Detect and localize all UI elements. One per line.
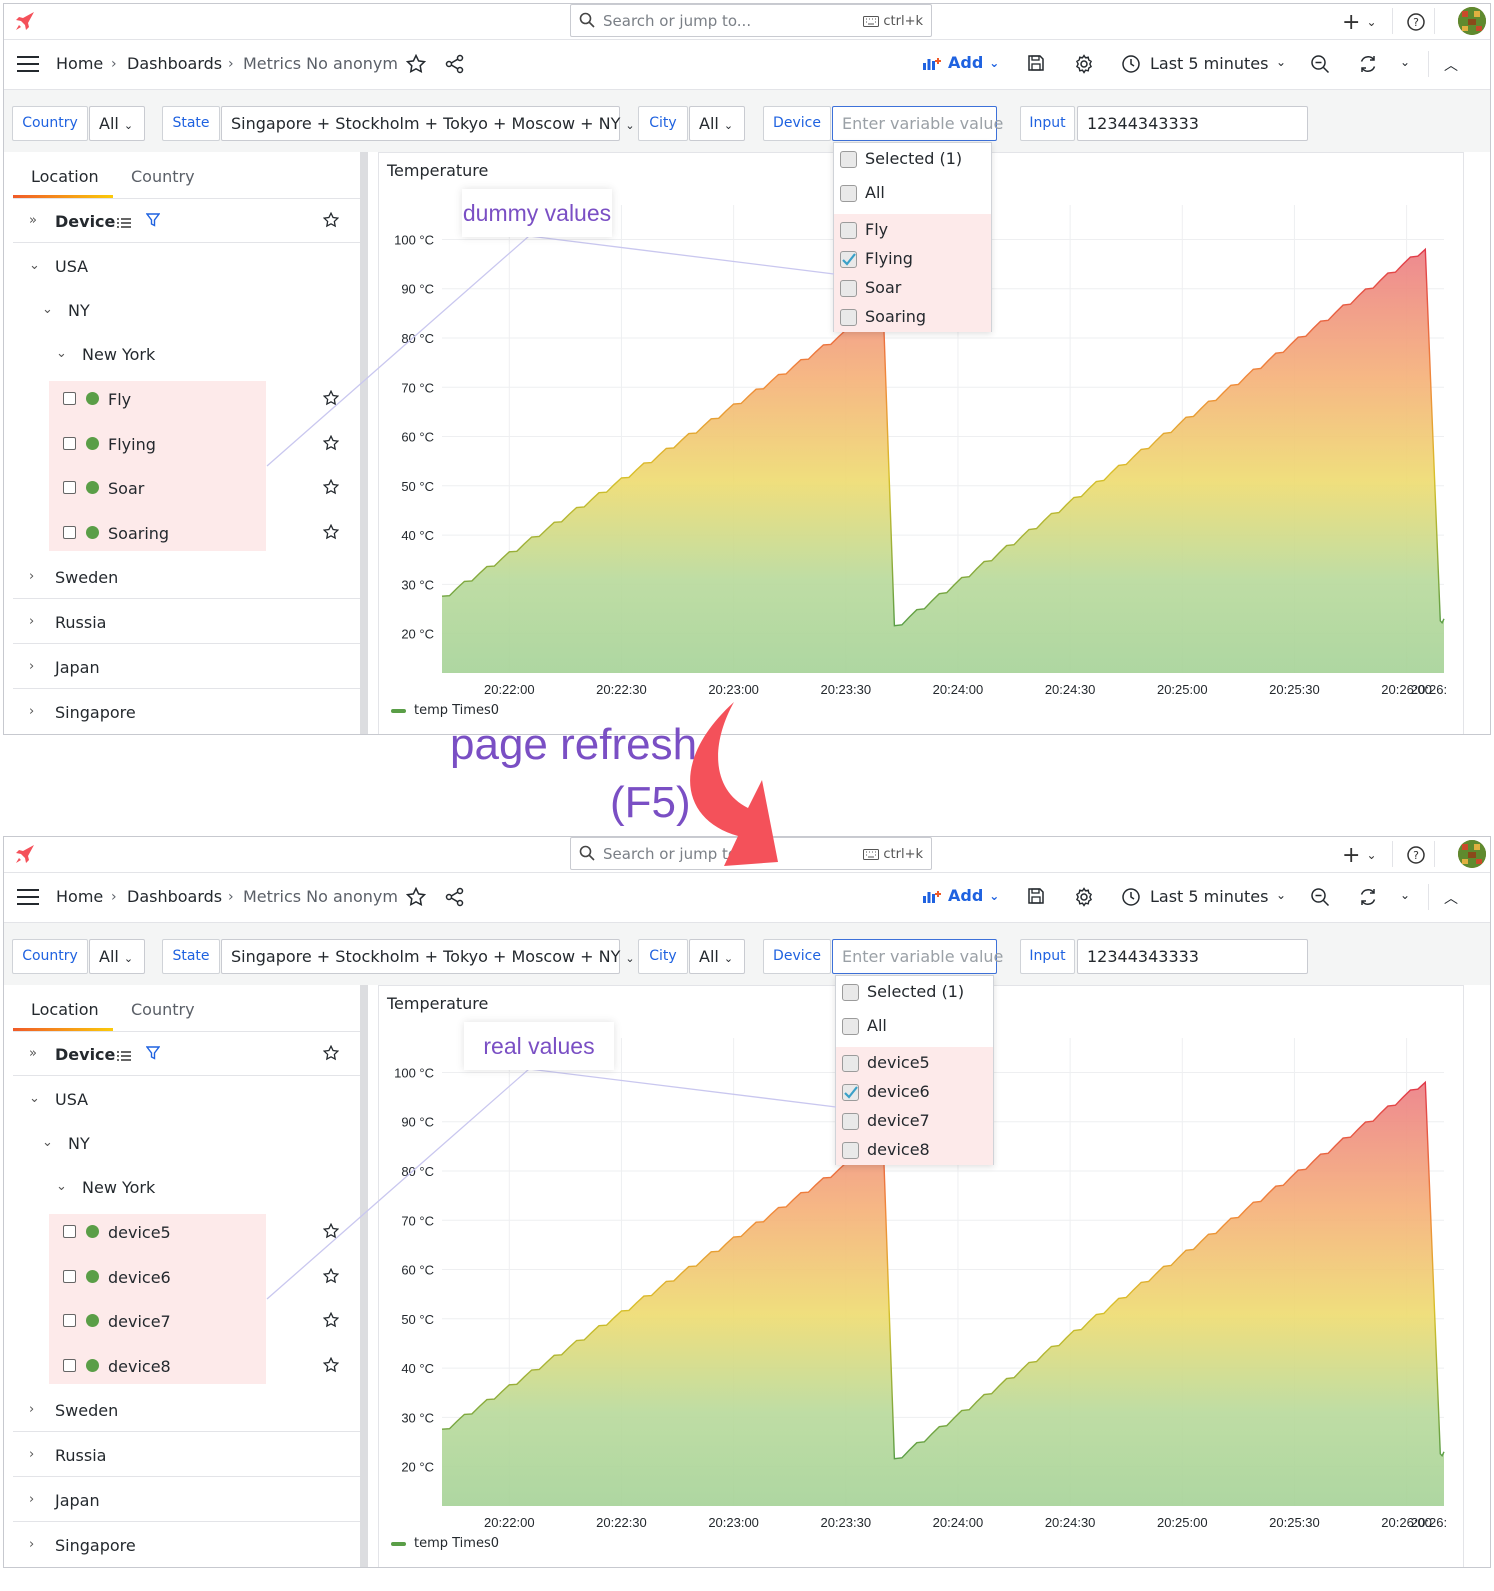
refresh-arrow-icon <box>690 702 778 866</box>
